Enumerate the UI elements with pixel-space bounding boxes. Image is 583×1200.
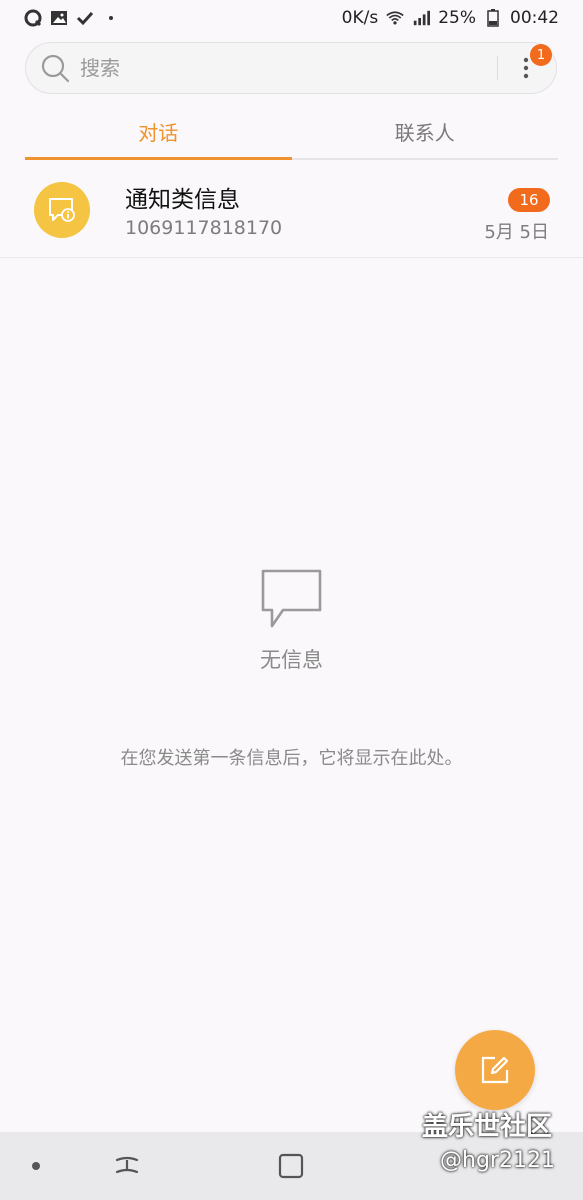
battery-icon — [484, 9, 502, 27]
nav-dot-icon[interactable] — [32, 1162, 40, 1170]
unread-count-badge: 16 — [508, 188, 550, 212]
empty-message-icon — [261, 569, 322, 628]
search-divider — [497, 56, 498, 80]
empty-state-title: 无信息 — [260, 648, 323, 672]
empty-state-hint: 在您发送第一条信息后，它将显示在此处。 — [120, 748, 463, 769]
net-speed: 0K/s — [341, 8, 379, 28]
tab-conversations[interactable]: 对话 — [25, 104, 292, 160]
more-options-button[interactable]: 1 — [510, 44, 552, 88]
conversation-name: 通知类信息 — [125, 187, 240, 213]
conversation-date: 5月 5日 — [484, 222, 549, 243]
battery-percent: 25% — [438, 8, 476, 28]
clock: 00:42 — [510, 8, 559, 28]
status-bar-right: 0K/s 25% 00:42 — [342, 8, 559, 28]
avatar — [34, 182, 90, 238]
q-app-icon — [24, 9, 42, 27]
signal-icon — [412, 9, 431, 27]
notification-dot-icon — [102, 9, 120, 27]
tab-bar: 对话 联系人 — [25, 104, 558, 160]
search-icon — [41, 54, 70, 83]
conversation-number: 1069117818170 — [125, 217, 283, 239]
info-message-icon — [49, 198, 75, 222]
check-icon — [76, 9, 94, 27]
status-bar-left — [24, 9, 120, 27]
more-options-badge: 1 — [530, 44, 552, 66]
watermark-user: @hgr2121 — [440, 1148, 555, 1173]
tab-contacts[interactable]: 联系人 — [292, 104, 559, 158]
compose-icon — [481, 1056, 509, 1084]
watermark-community: 盖乐世社区 — [422, 1112, 553, 1142]
search-bar[interactable]: 1 — [25, 42, 557, 94]
gallery-icon — [50, 9, 68, 27]
conversation-list-item[interactable]: 通知类信息 1069117818170 16 5月 5日 — [0, 162, 583, 258]
compose-button[interactable] — [455, 1030, 535, 1110]
home-icon[interactable] — [277, 1152, 305, 1180]
search-input[interactable] — [78, 47, 497, 89]
status-bar: 0K/s 25% 00:42 — [0, 0, 583, 36]
recent-apps-icon[interactable] — [113, 1152, 141, 1180]
more-vertical-icon — [523, 57, 529, 79]
wifi-icon — [386, 9, 404, 27]
